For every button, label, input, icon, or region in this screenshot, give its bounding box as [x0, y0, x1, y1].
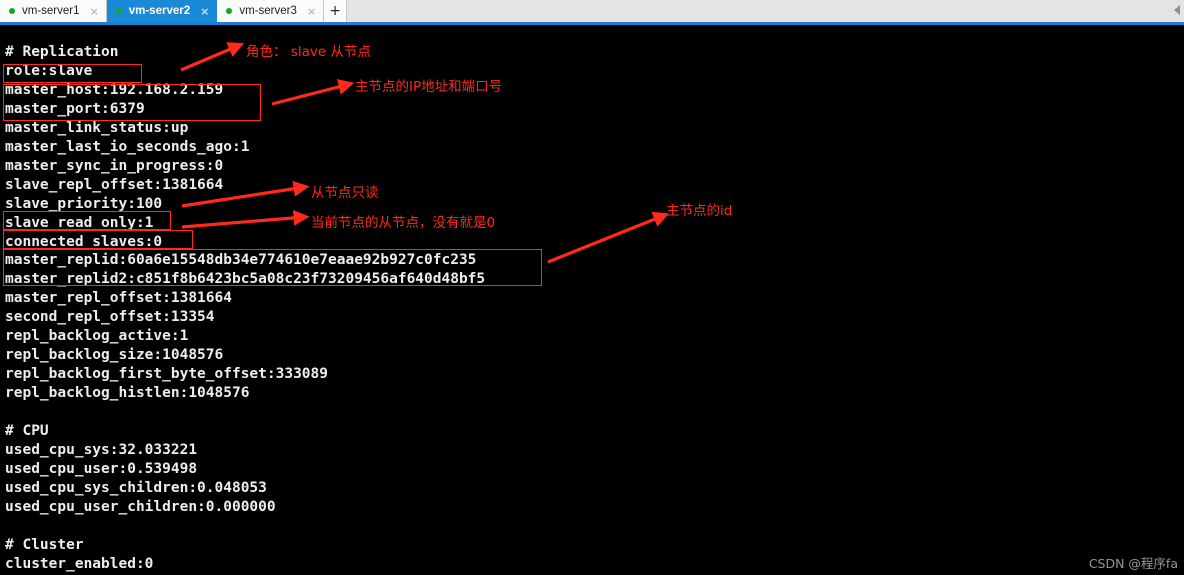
terminal-line: used_cpu_user:0.539498: [5, 460, 198, 477]
terminal-line: master_replid2:c851f8b6423bc5a08c23f7320…: [5, 271, 486, 288]
tab-overflow-arrow-icon[interactable]: [1174, 5, 1180, 15]
terminal-line: # Cluster: [5, 536, 84, 553]
terminal-line: master_host:192.168.2.159: [5, 81, 224, 98]
terminal-line: # CPU: [5, 423, 49, 439]
tab-vm-server1[interactable]: vm-server1 ×: [0, 0, 107, 22]
tab-status-dot-icon: [115, 8, 122, 14]
terminal-line: slave_read_only:1: [5, 214, 154, 231]
tab-close-icon[interactable]: ×: [307, 6, 316, 17]
tab-bar: vm-server1 × vm-server2 × vm-server3 × +: [0, 0, 1184, 22]
terminal-line: master_link_status:up: [5, 119, 189, 136]
tab-label: vm-server1: [22, 5, 80, 17]
terminal-line: master_repl_offset:1381664: [5, 290, 232, 307]
terminal-line: repl_backlog_histlen:1048576: [5, 385, 250, 402]
terminal-line: second_repl_offset:13354: [5, 309, 215, 326]
terminal-line: slave_priority:100: [5, 195, 163, 212]
terminal-line: slave_repl_offset:1381664: [5, 176, 224, 193]
terminal-line: master_sync_in_progress:0: [5, 157, 224, 174]
tab-vm-server2[interactable]: vm-server2 ×: [106, 0, 218, 22]
terminal-line: # Replication: [5, 44, 119, 60]
terminal-line: repl_backlog_active:1: [5, 328, 189, 345]
tab-close-icon[interactable]: ×: [200, 6, 209, 17]
tab-status-dot-icon: [226, 8, 233, 14]
terminal-line: used_cpu_sys_children:0.048053: [5, 479, 267, 496]
terminal-line: repl_backlog_first_byte_offset:333089: [5, 366, 329, 383]
new-tab-button[interactable]: +: [324, 0, 348, 22]
terminal-line: used_cpu_sys:32.033221: [5, 441, 198, 458]
tab-label: vm-server2: [128, 5, 191, 17]
tab-list: vm-server1 × vm-server2 × vm-server3 ×: [0, 0, 325, 22]
watermark: CSDN @程序fa: [1088, 556, 1178, 571]
terminal-line: cluster_enabled:0: [5, 555, 154, 572]
plus-icon: +: [329, 3, 341, 19]
terminal-output[interactable]: # Replication role:slave master_host:192.1…: [0, 25, 1184, 575]
terminal-line: connected_slaves:0: [5, 233, 163, 250]
tab-status-dot-icon: [9, 8, 15, 14]
terminal-line: repl_backlog_size:1048576: [5, 347, 224, 364]
terminal-line: used_cpu_user_children:0.000000: [5, 498, 276, 515]
terminal-line: master_replid:60a6e15548db34e774610e7eaa…: [5, 252, 477, 269]
terminal-window: vm-server1 × vm-server2 × vm-server3 × + # Re…: [0, 0, 1184, 575]
terminal-line: master_last_io_seconds_ago:1: [5, 138, 250, 155]
tab-vm-server3[interactable]: vm-server3 ×: [217, 0, 325, 22]
terminal-line: role:slave: [5, 62, 93, 79]
tab-close-icon[interactable]: ×: [90, 6, 99, 17]
terminal-line: master_port:6379: [5, 100, 145, 117]
tab-label: vm-server3: [239, 5, 297, 17]
